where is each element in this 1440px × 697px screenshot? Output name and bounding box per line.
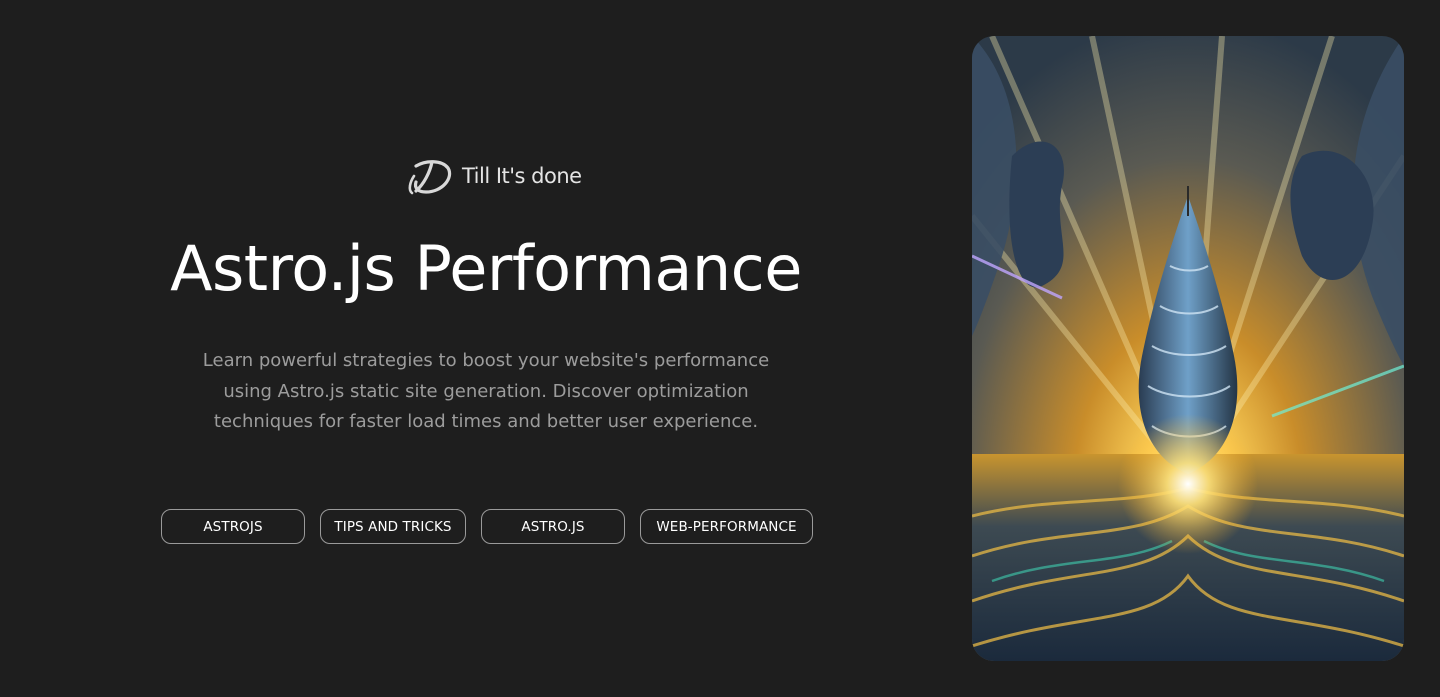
tag-astrojs[interactable]: ASTROJS	[161, 509, 305, 544]
page-description: Learn powerful strategies to boost your …	[202, 350, 770, 432]
tag-tips-and-tricks[interactable]: TIPS AND TRICKS	[320, 509, 466, 544]
tag-list: ASTROJS TIPS AND TRICKS ASTRO.JS WEB-PER…	[161, 509, 813, 544]
brand-name: Till It's done	[462, 164, 582, 188]
tag-web-performance[interactable]: WEB-PERFORMANCE	[640, 509, 813, 544]
tag-astro-js[interactable]: ASTRO.JS	[481, 509, 625, 544]
hero-image	[972, 36, 1404, 661]
page: Till It's done Astro.js Performance Lear…	[0, 0, 1440, 697]
brand-logo-icon	[404, 154, 454, 198]
hero-artwork	[972, 36, 1404, 661]
brand-link[interactable]: Till It's done	[404, 154, 582, 198]
page-title: Astro.js Performance	[170, 232, 802, 305]
